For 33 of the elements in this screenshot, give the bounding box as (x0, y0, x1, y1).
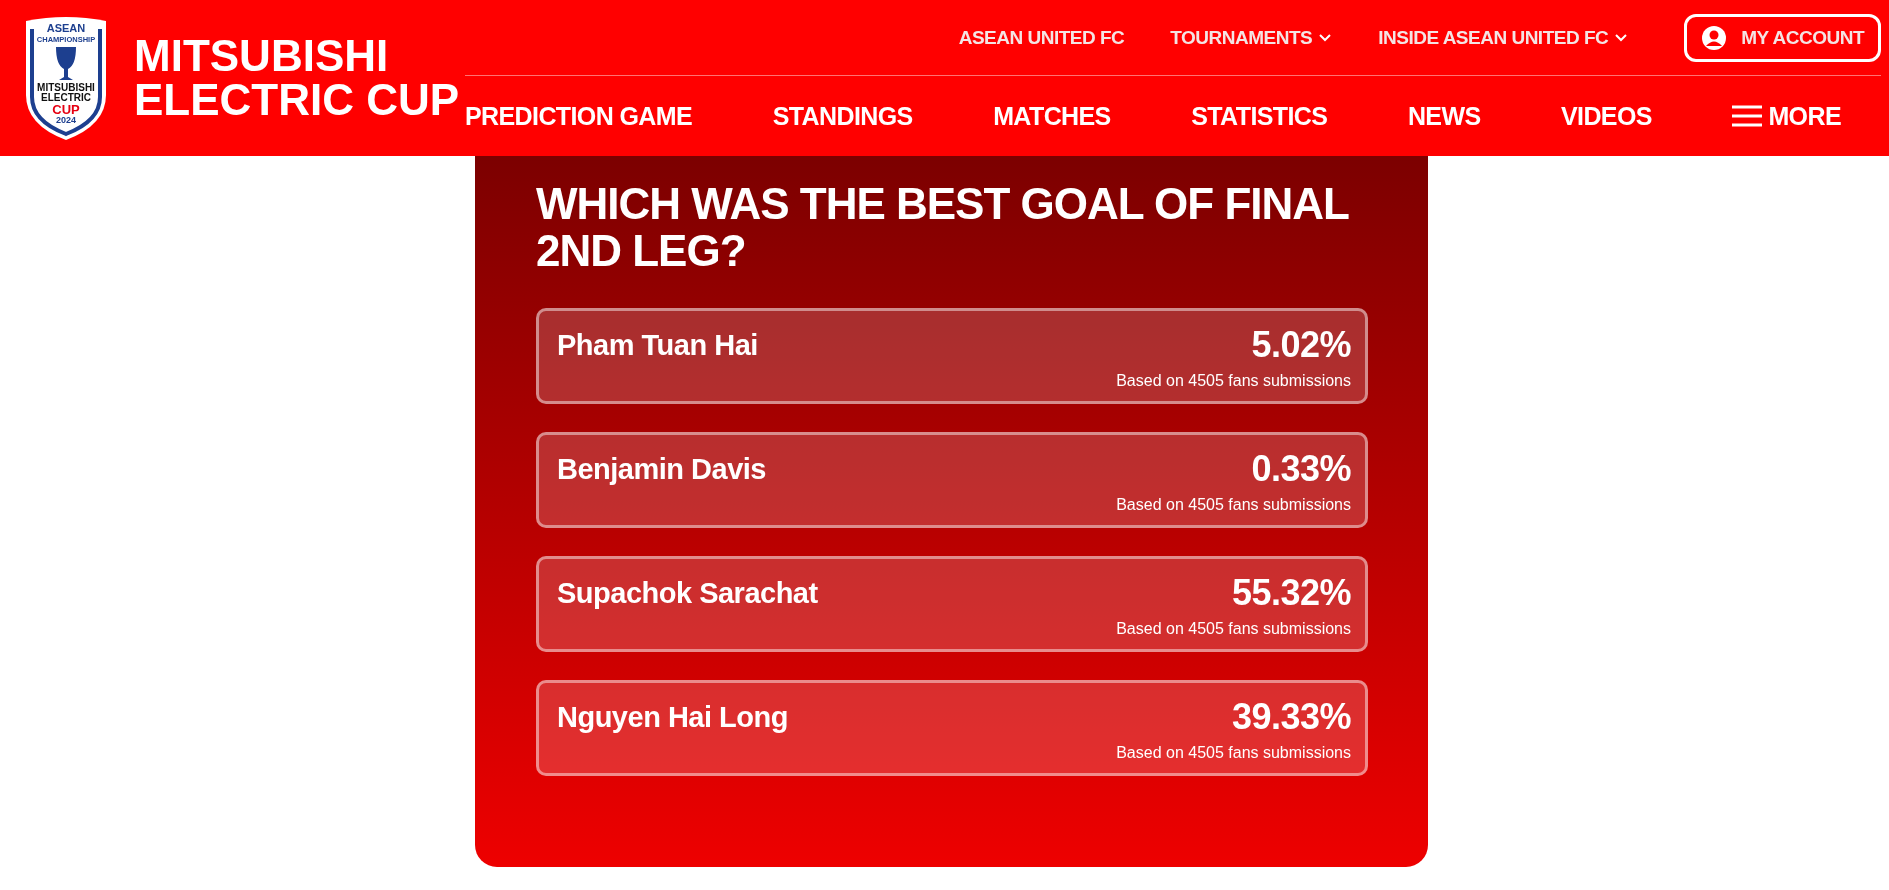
poll-option[interactable]: Benjamin Davis 0.33% Based on 4505 fans submissions (536, 432, 1368, 528)
nav-link[interactable]: STANDINGS (772, 101, 913, 131)
submission-note: Based on 4505 fans submissions (1116, 371, 1351, 391)
more-menu-button[interactable]: MORE (1732, 101, 1841, 131)
nav-link[interactable]: STATISTICS (1191, 101, 1328, 131)
player-name: Benjamin Davis (557, 452, 766, 487)
poll-option[interactable]: Nguyen Hai Long 39.33% Based on 4505 fans submissions (536, 680, 1368, 776)
player-name: Nguyen Hai Long (557, 700, 788, 735)
poll-question: WHICH WAS THE BEST GOAL OF FINAL 2ND LEG? (536, 180, 1350, 274)
nav-dropdown[interactable]: INSIDE ASEAN UNITED FC (1378, 26, 1629, 49)
nav-link[interactable]: NEWS (1407, 101, 1481, 131)
chevron-down-icon (1614, 32, 1629, 43)
vote-percentage: 39.33% (1231, 697, 1351, 737)
nav-link[interactable]: VIDEOS (1561, 101, 1652, 131)
poll-option[interactable]: Supachok Sarachat 55.32% Based on 4505 fans submissions (536, 556, 1368, 652)
nav-link[interactable]: MATCHES (993, 101, 1111, 131)
poll-option[interactable]: Pham Tuan Hai 5.02% Based on 4505 fans submissions (536, 308, 1368, 404)
nav-dropdown[interactable]: TOURNAMENTS (1170, 26, 1333, 49)
account-button[interactable]: MY ACCOUNT (1684, 13, 1881, 62)
vote-percentage: 0.33% (1251, 449, 1351, 489)
menu-icon (1732, 104, 1763, 128)
submission-note: Based on 4505 fans submissions (1116, 495, 1351, 515)
submission-note: Based on 4505 fans submissions (1116, 619, 1351, 639)
chevron-down-icon (1318, 32, 1333, 43)
nav-link[interactable]: PREDICTION GAME (465, 101, 693, 131)
vote-percentage: 55.32% (1231, 573, 1351, 613)
brand-title: MITSUBISHI ELECTRIC CUP (134, 34, 460, 122)
player-name: Pham Tuan Hai (557, 328, 758, 363)
submission-note: Based on 4505 fans submissions (1116, 743, 1351, 763)
player-name: Supachok Sarachat (557, 576, 818, 611)
nav-link[interactable]: ASEAN UNITED FC (958, 26, 1125, 49)
user-icon (1701, 24, 1728, 51)
vote-percentage: 5.02% (1251, 325, 1351, 365)
